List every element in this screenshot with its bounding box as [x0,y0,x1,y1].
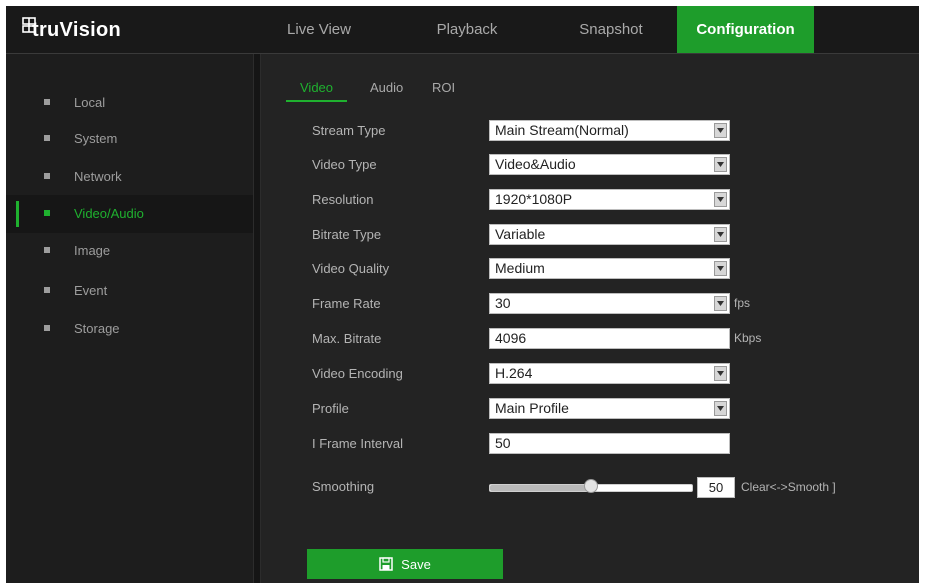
sidebar-item-label: Storage [74,321,120,336]
video-type-label: Video Type [312,157,377,172]
bullet-icon [44,210,50,216]
stream-type-label: Stream Type [312,123,386,138]
profile-select[interactable]: Main Profile [489,398,730,419]
logo-text: truVision [32,19,122,41]
app-window: truVision Live View Playback Snapshot Co… [6,6,919,583]
smoothing-hint: Clear<->Smooth ] [741,480,836,494]
sidebar-item-storage[interactable]: Storage [6,310,253,348]
sidebar-item-network[interactable]: Network [6,158,253,196]
tab-roi[interactable]: ROI [432,78,455,100]
tab-configuration[interactable]: Configuration [677,6,814,53]
profile-label: Profile [312,401,349,416]
sidebar-item-label: Local [74,95,106,110]
bullet-icon [44,173,50,179]
tab-snapshot[interactable]: Snapshot [566,6,656,53]
smoothing-label: Smoothing [312,479,375,494]
bitrate-type-select[interactable]: Variable [489,224,730,245]
resolution-value: 1920*1080P [495,191,573,207]
sidebar-item-label: Event [74,283,108,298]
dropdown-arrow-icon [714,192,727,207]
sidebar-item-local[interactable]: Local [6,84,253,122]
max-bitrate-label: Max. Bitrate [312,331,382,346]
dropdown-arrow-icon [714,123,727,138]
tab-live-view[interactable]: Live View [274,6,364,53]
tab-video[interactable]: Video [286,78,348,102]
save-icon [379,557,393,571]
sidebar-divider [253,54,261,583]
bitrate-type-value: Variable [495,226,546,242]
sidebar-item-image[interactable]: Image [6,232,253,270]
stream-type-value: Main Stream(Normal) [495,122,629,138]
resolution-select[interactable]: 1920*1080P [489,189,730,210]
dropdown-arrow-icon [714,157,727,172]
sidebar-item-system[interactable]: System [6,120,253,158]
i-frame-interval-label: I Frame Interval [312,436,404,451]
frame-rate-select[interactable]: 30 [489,293,730,314]
frame-rate-label: Frame Rate [312,296,381,311]
frame-rate-unit: fps [734,296,751,310]
sidebar-item-label: Image [74,243,111,258]
dropdown-arrow-icon [714,296,727,311]
i-frame-interval-input[interactable]: 50 [489,433,730,454]
stream-type-select[interactable]: Main Stream(Normal) [489,120,730,141]
bullet-icon [44,247,50,253]
video-quality-value: Medium [495,260,545,276]
dropdown-arrow-icon [714,366,727,381]
smoothing-value-box[interactable]: 50 [697,477,735,498]
video-type-value: Video&Audio [495,156,576,172]
bullet-icon [44,135,50,141]
tab-playback[interactable]: Playback [419,6,515,53]
sidebar-item-video-audio[interactable]: Video/Audio [6,195,253,233]
top-bar: truVision Live View Playback Snapshot Co… [6,6,919,54]
save-button[interactable]: Save [307,549,503,579]
video-type-select[interactable]: Video&Audio [489,154,730,175]
logo: truVision [22,17,121,43]
sidebar: Local System Network Video/Audio Image E… [6,54,253,583]
dropdown-arrow-icon [714,401,727,416]
video-encoding-label: Video Encoding [312,366,403,381]
max-bitrate-input[interactable]: 4096 [489,328,730,349]
bullet-icon [44,325,50,331]
video-encoding-value: H.264 [495,365,533,381]
dropdown-arrow-icon [714,227,727,242]
video-quality-select[interactable]: Medium [489,258,730,279]
bullet-icon [44,287,50,293]
sidebar-item-label: Network [74,169,122,184]
tab-audio[interactable]: Audio [370,78,403,100]
frame-rate-value: 30 [495,295,511,311]
resolution-label: Resolution [312,192,374,207]
dropdown-arrow-icon [714,261,727,276]
smoothing-slider-fill [490,485,591,491]
video-encoding-select[interactable]: H.264 [489,363,730,384]
profile-value: Main Profile [495,400,569,416]
bitrate-type-label: Bitrate Type [312,227,382,242]
save-label: Save [401,556,431,572]
video-quality-label: Video Quality [312,261,390,276]
camera-grid-icon [22,17,36,33]
smoothing-slider-thumb[interactable] [584,479,598,493]
sidebar-item-label: System [74,131,118,146]
max-bitrate-unit: Kbps [734,331,762,345]
sidebar-item-event[interactable]: Event [6,272,253,310]
bullet-icon [44,99,50,105]
sidebar-item-label: Video/Audio [74,206,144,221]
